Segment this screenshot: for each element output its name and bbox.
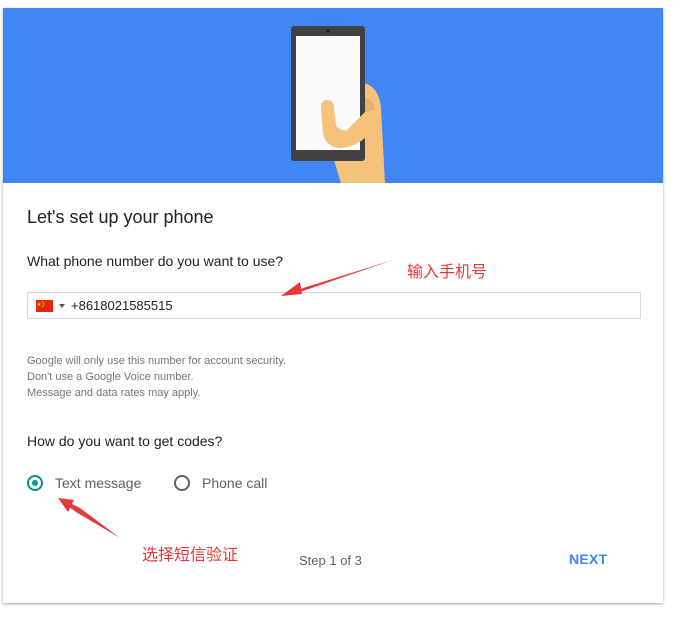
phone-number-input[interactable]: +8618021585515 bbox=[71, 298, 173, 313]
help-line: Don't use a Google Voice number. bbox=[27, 371, 194, 383]
radio-label-phone-call[interactable]: Phone call bbox=[202, 475, 267, 491]
country-dropdown-caret-icon[interactable] bbox=[59, 304, 65, 308]
help-line: Message and data rates may apply. bbox=[27, 387, 201, 399]
phone-help-text: Google will only use this number for acc… bbox=[27, 353, 286, 401]
help-line: Google will only use this number for acc… bbox=[27, 355, 287, 367]
codes-question-label: How do you want to get codes? bbox=[27, 433, 223, 449]
hero-banner bbox=[3, 8, 663, 183]
next-button[interactable]: NEXT bbox=[569, 551, 608, 567]
radio-unchecked-icon[interactable] bbox=[174, 475, 190, 491]
radio-phone-call[interactable]: Phone call bbox=[174, 473, 267, 493]
phone-number-field[interactable]: +8618021585515 bbox=[27, 292, 641, 319]
radio-label-text-message[interactable]: Text message bbox=[55, 475, 141, 491]
phone-in-hand-illustration bbox=[291, 26, 385, 183]
phone-question-label: What phone number do you want to use? bbox=[27, 253, 284, 269]
step-indicator: Step 1 of 3 bbox=[299, 553, 362, 568]
radio-checked-icon[interactable] bbox=[27, 475, 43, 491]
china-flag-icon[interactable] bbox=[36, 300, 53, 312]
phone-annotation-note: 输入手机号 bbox=[407, 262, 488, 281]
radio-text-message[interactable]: Text message bbox=[27, 473, 141, 493]
setup-card: Let's set up your phone What phone numbe… bbox=[3, 8, 663, 603]
page-title: Let's set up your phone bbox=[27, 207, 214, 227]
sms-annotation-note: 选择短信验证 bbox=[142, 545, 239, 564]
